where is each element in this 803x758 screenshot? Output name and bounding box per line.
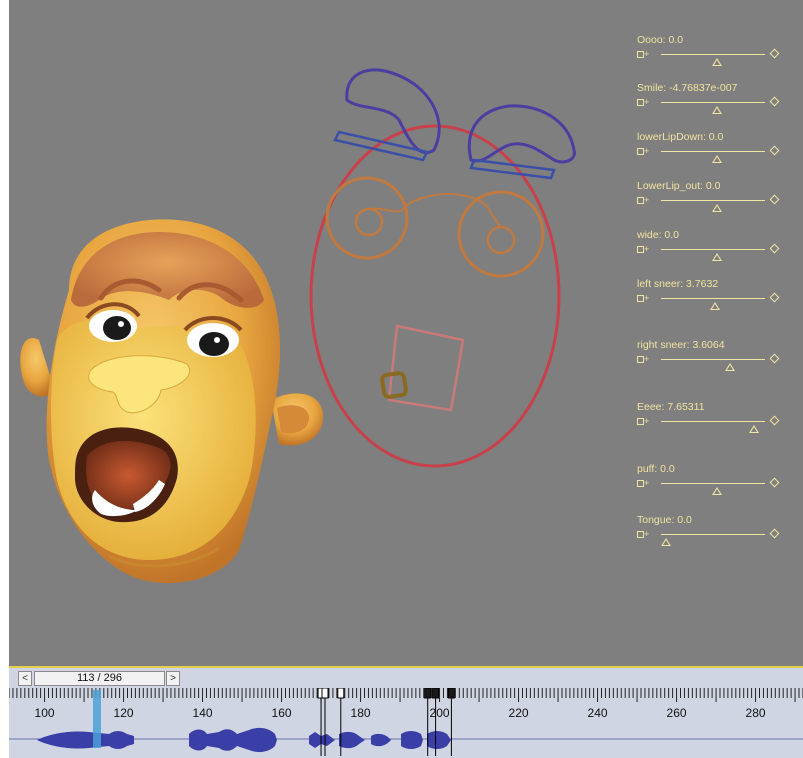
ruler-tick-label: 140 [193,706,213,720]
slider-label: lowerLipDown: 0.0 [637,131,724,143]
slider-track[interactable] [661,200,765,201]
slider-thumb[interactable] [712,204,722,212]
slider-track[interactable] [661,534,765,535]
slider-min-button[interactable]: + [637,49,649,59]
slider-label: Smile: -4.76837e-007 [637,82,738,94]
slider-label: wide: 0.0 [637,229,680,241]
slider-thumb[interactable] [710,302,720,310]
slider-track[interactable] [661,298,765,299]
left-eye-control[interactable] [325,176,409,260]
slider-min-button[interactable]: + [637,244,649,254]
ruler-tick-label: 180 [351,706,371,720]
next-frame-button[interactable]: > [166,671,180,686]
slider-max-button[interactable] [769,243,780,254]
slider-eeee[interactable]: Eeee: 7.65311 + [637,401,787,441]
ruler-tick-label: 240 [588,706,608,720]
slider-label: right sneer: 3.6064 [637,339,725,351]
slider-oooo[interactable]: Oooo: 0.0 + [637,34,787,74]
slider-lower-lip-out[interactable]: LowerLip_out: 0.0 + [637,180,787,220]
keyframe-marker[interactable] [432,688,440,699]
slider-track[interactable] [661,102,765,103]
slider-label: Oooo: 0.0 [637,34,684,46]
character-head-model[interactable] [20,219,324,583]
slider-max-button[interactable] [769,292,780,303]
slider-max-button[interactable] [769,528,780,539]
slider-tongue[interactable]: Tongue: 0.0 + [637,514,787,554]
timeline-panel[interactable]: < 113 / 296 > 100 120 140 160 180 200 220 240 26… [9,666,803,758]
ruler-ticks [9,688,803,702]
slider-max-button[interactable] [769,145,780,156]
slider-track[interactable] [661,54,765,55]
frame-counter[interactable]: 113 / 296 [34,671,165,686]
application-window: Oooo: 0.0 + Smile: -4.76837e-007 + lower… [0,0,803,758]
playhead[interactable] [93,690,101,748]
slider-thumb[interactable] [749,425,759,433]
slider-min-button[interactable]: + [637,529,649,539]
slider-min-button[interactable]: + [637,146,649,156]
slider-track[interactable] [661,359,765,360]
slider-thumb[interactable] [712,106,722,114]
slider-max-button[interactable] [769,48,780,59]
facial-rig[interactable] [309,68,576,468]
slider-left-sneer[interactable]: left sneer: 3.7632 + [637,278,787,318]
slider-max-button[interactable] [769,415,780,426]
ruler-tick-label: 120 [114,706,134,720]
slider-max-button[interactable] [769,353,780,364]
right-eye-control[interactable] [457,190,545,278]
keyframe-marker[interactable] [424,688,432,699]
slider-puff[interactable]: puff: 0.0 + [637,463,787,503]
slider-label: puff: 0.0 [637,463,675,475]
slider-label: Eeee: 7.65311 [637,401,705,413]
slider-thumb[interactable] [712,58,722,66]
ruler-tick-label: 220 [509,706,529,720]
frame-navigation-bar: < 113 / 296 > [9,670,803,688]
slider-wide[interactable]: wide: 0.0 + [637,229,787,269]
time-ruler[interactable]: 100 120 140 160 180 200 220 240 260 280 [9,688,803,758]
slider-min-button[interactable]: + [637,416,649,426]
mouth-control[interactable] [387,324,465,412]
slider-track[interactable] [661,483,765,484]
slider-min-button[interactable]: + [637,97,649,107]
slider-smile[interactable]: Smile: -4.76837e-007 + [637,82,787,122]
slider-max-button[interactable] [769,96,780,107]
slider-max-button[interactable] [769,194,780,205]
slider-min-button[interactable]: + [637,195,649,205]
slider-min-button[interactable]: + [637,293,649,303]
slider-max-button[interactable] [769,477,780,488]
ruler-tick-label: 280 [746,706,766,720]
keyframe-marker[interactable] [321,688,329,699]
slider-label: left sneer: 3.7632 [637,278,719,290]
ruler-tick-label: 160 [272,706,292,720]
slider-lower-lip-down[interactable]: lowerLipDown: 0.0 + [637,131,787,171]
slider-track[interactable] [661,151,765,152]
ruler-labels: 100 120 140 160 180 200 220 240 260 280 [35,706,766,720]
ruler-tick-label: 100 [35,706,55,720]
jaw-control-handle[interactable] [380,371,408,399]
slider-thumb[interactable] [661,538,671,546]
slider-right-sneer[interactable]: right sneer: 3.6064 + [637,339,787,379]
slider-thumb[interactable] [712,155,722,163]
previous-frame-button[interactable]: < [18,671,32,686]
slider-label: LowerLip_out: 0.0 [637,180,721,192]
slider-min-button[interactable]: + [637,478,649,488]
slider-track[interactable] [661,249,765,250]
ruler-tick-label: 200 [430,706,450,720]
slider-min-button[interactable]: + [637,354,649,364]
right-eye [183,316,243,357]
slider-label: Tongue: 0.0 [637,514,692,526]
face-outline-control[interactable] [309,124,561,468]
slider-thumb[interactable] [712,253,722,261]
keyframe-marker[interactable] [447,688,455,699]
keyframe-marker[interactable] [337,688,345,699]
left-brow-control[interactable] [333,68,441,162]
slider-thumb[interactable] [712,487,722,495]
3d-viewport[interactable]: Oooo: 0.0 + Smile: -4.76837e-007 + lower… [9,0,803,666]
ruler-tick-label: 260 [667,706,687,720]
slider-track[interactable] [661,421,765,422]
slider-thumb[interactable] [725,363,735,371]
